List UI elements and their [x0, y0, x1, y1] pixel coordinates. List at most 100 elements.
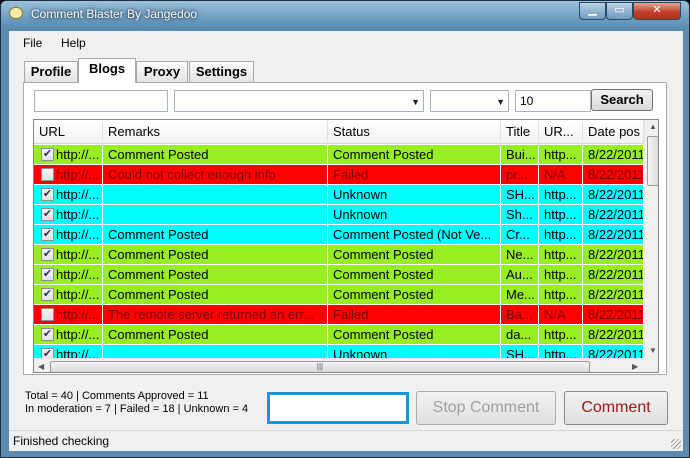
scroll-up-icon[interactable]: ▲ — [649, 122, 657, 131]
cell-url: http://... — [51, 165, 103, 185]
cell-ur: http... — [539, 185, 583, 205]
filter-text-field[interactable] — [34, 90, 168, 112]
main-window: Comment Blaster By Jangedoo ▁ ▭ ✕ File H… — [0, 0, 690, 458]
column-header-ur[interactable]: UR... — [539, 120, 583, 144]
cell-remarks: Comment Posted — [103, 225, 328, 245]
cell-status: Unknown — [328, 205, 501, 225]
table-row[interactable]: http://... Could not collect enough info F… — [34, 165, 644, 185]
column-header-status[interactable]: Status — [328, 120, 501, 144]
summary-line-1: Total = 40 | Comments Approved = 11 — [25, 390, 209, 402]
filter-combo-2[interactable]: ▼ — [430, 90, 509, 112]
table-row[interactable]: ✔ http://... Comment Posted Comment Posted N… — [34, 245, 644, 265]
cell-ur: http... — [539, 325, 583, 345]
tab-blogs[interactable]: Blogs — [78, 58, 136, 83]
cell-ur: N/A — [539, 165, 583, 185]
cell-remarks: Comment Posted — [103, 285, 328, 305]
cell-remarks: Comment Posted — [103, 265, 328, 285]
cell-date: 8/22/2011 — [583, 225, 644, 245]
cell-url: http://... — [51, 245, 103, 265]
cell-title: pr... — [501, 165, 539, 185]
cell-ur: http... — [539, 265, 583, 285]
cell-remarks: Could not collect enough info — [103, 165, 328, 185]
window-title: Comment Blaster By Jangedoo — [31, 7, 198, 21]
title-bar[interactable]: Comment Blaster By Jangedoo ▁ ▭ ✕ — [1, 1, 689, 29]
cell-title: Ne... — [501, 245, 539, 265]
chevron-down-icon: ▼ — [496, 97, 505, 107]
count-field[interactable]: 10 — [515, 90, 591, 112]
cell-date: 8/22/2011 — [583, 285, 644, 305]
scroll-left-icon[interactable]: ◀ — [38, 362, 44, 371]
cell-title: Me... — [501, 285, 539, 305]
cell-url: http://... — [51, 205, 103, 225]
cell-status: Comment Posted — [328, 265, 501, 285]
resize-grip-icon[interactable] — [671, 439, 681, 449]
cell-date: 8/22/2011 — [583, 165, 644, 185]
cell-url: http://... — [51, 185, 103, 205]
status-text: Finished checking — [13, 434, 110, 448]
column-header-url[interactable]: URL — [34, 120, 103, 144]
cell-status: Comment Posted (Not Ve... — [328, 225, 501, 245]
table-row[interactable]: ✔ http://... Comment Posted Comment Posted M… — [34, 285, 644, 305]
cell-status: Comment Posted — [328, 325, 501, 345]
search-button[interactable]: Search — [591, 89, 653, 111]
minimize-button[interactable]: ▁ — [579, 2, 606, 20]
cell-date: 8/22/2011 — [583, 205, 644, 225]
cell-title: Ba... — [501, 305, 539, 325]
cell-date: 8/22/2011 — [583, 245, 644, 265]
cell-date: 8/22/2011 — [583, 185, 644, 205]
cell-ur: http... — [539, 225, 583, 245]
blogs-grid[interactable]: URL Remarks Status Title UR... Date pos … — [33, 119, 659, 373]
cell-date: 8/22/2011 — [583, 305, 644, 325]
maximize-button[interactable]: ▭ — [606, 2, 633, 20]
cell-remarks: Comment Posted — [103, 245, 328, 265]
cell-status: Comment Posted — [328, 145, 501, 165]
cell-remarks — [103, 185, 328, 205]
scroll-down-icon[interactable]: ▼ — [649, 346, 657, 355]
cell-status: Failed — [328, 165, 501, 185]
cell-status: Failed — [328, 305, 501, 325]
cell-remarks — [103, 205, 328, 225]
cell-status: Unknown — [328, 185, 501, 205]
column-header-title[interactable]: Title — [501, 120, 539, 144]
menu-file[interactable]: File — [23, 36, 42, 50]
cell-ur: http... — [539, 245, 583, 265]
tab-settings[interactable]: Settings — [189, 61, 254, 82]
chevron-down-icon: ▼ — [411, 97, 420, 107]
status-bar: Finished checking — [9, 430, 683, 451]
filter-combo-1[interactable]: ▼ — [174, 90, 424, 112]
app-icon — [9, 7, 23, 19]
menu-bar: File Help — [9, 31, 683, 53]
stop-comment-button[interactable]: Stop Comment — [416, 391, 556, 425]
vertical-scrollbar[interactable]: ▲ ▼ — [644, 120, 658, 358]
column-header-date[interactable]: Date pos — [583, 120, 644, 144]
comment-button[interactable]: Comment — [564, 391, 668, 425]
table-row[interactable]: ✔ http://... Comment Posted Comment Posted d… — [34, 325, 644, 345]
cell-title: SH... — [501, 185, 539, 205]
menu-help[interactable]: Help — [61, 36, 86, 50]
table-row[interactable]: ✔ http://... Comment Posted Comment Posted A… — [34, 265, 644, 285]
table-row[interactable]: ✔ http://... Unknown SH... http... 8/22/2011 — [34, 185, 644, 205]
close-button[interactable]: ✕ — [633, 2, 681, 20]
cell-title: da... — [501, 325, 539, 345]
cell-status: Comment Posted — [328, 285, 501, 305]
cell-title: Cr... — [501, 225, 539, 245]
table-row[interactable]: http://... The remote server returned an … — [34, 305, 644, 325]
scroll-right-icon[interactable]: ▶ — [632, 362, 638, 371]
column-header-remarks[interactable]: Remarks — [103, 120, 328, 144]
cell-ur: http... — [539, 145, 583, 165]
cell-date: 8/22/2011 — [583, 265, 644, 285]
cell-remarks: Comment Posted — [103, 325, 328, 345]
cell-ur: http... — [539, 285, 583, 305]
tab-profile[interactable]: Profile — [24, 61, 78, 82]
table-row[interactable]: ✔ http://... Unknown Sh... http... 8/22/2011 — [34, 205, 644, 225]
cell-title: Sh... — [501, 205, 539, 225]
vertical-scroll-thumb[interactable] — [647, 136, 658, 186]
horizontal-scroll-thumb[interactable]: ||| — [50, 361, 590, 372]
cell-date: 8/22/2011 — [583, 325, 644, 345]
table-row[interactable]: ✔ http://... Comment Posted Comment Posted … — [34, 225, 644, 245]
table-row[interactable]: ✔ http://... Comment Posted Comment Posted B… — [34, 145, 644, 165]
comment-input[interactable] — [267, 392, 409, 424]
horizontal-scrollbar[interactable]: ◀ ||| ▶ — [34, 358, 644, 372]
scroll-corner — [644, 358, 658, 372]
tab-proxy[interactable]: Proxy — [136, 61, 188, 82]
